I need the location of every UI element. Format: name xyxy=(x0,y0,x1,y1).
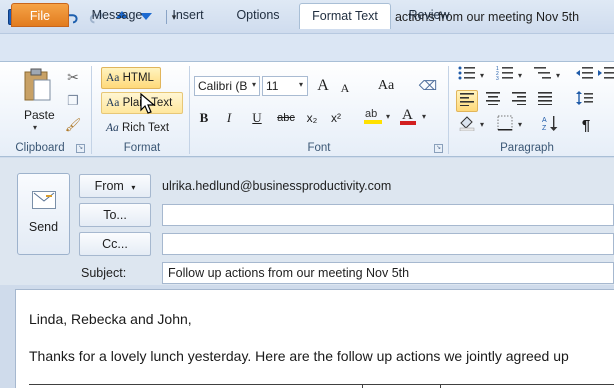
tab-insert[interactable]: Insert xyxy=(162,3,214,27)
show-formatting-marks-icon[interactable]: ¶ xyxy=(575,115,597,137)
align-right-icon[interactable] xyxy=(508,90,530,112)
table-column-divider xyxy=(362,384,363,388)
action-table[interactable] xyxy=(29,384,614,388)
to-button[interactable]: To... xyxy=(79,203,151,227)
svg-text:3: 3 xyxy=(496,76,499,80)
paste-dropdown-icon[interactable]: ▾ xyxy=(33,123,37,132)
shading-dropdown-icon[interactable]: ▾ xyxy=(480,120,484,129)
font-name-combo[interactable]: Calibri (B xyxy=(194,76,260,96)
tab-review[interactable]: Review xyxy=(400,3,458,27)
bullets-icon[interactable] xyxy=(456,65,478,87)
send-button[interactable]: Send xyxy=(17,173,70,255)
borders-icon[interactable] xyxy=(494,115,516,137)
decrease-indent-icon[interactable] xyxy=(574,65,596,87)
tab-message[interactable]: Message xyxy=(84,3,150,27)
align-left-icon[interactable] xyxy=(456,90,478,112)
svg-text:Z: Z xyxy=(542,125,547,131)
font-size-value: 11 xyxy=(266,79,279,93)
svg-text:A: A xyxy=(402,107,413,123)
svg-text:A: A xyxy=(542,117,547,124)
svg-text:ab: ab xyxy=(365,108,377,120)
numbering-icon[interactable]: 123 xyxy=(494,65,516,87)
html-aa-icon: Aa xyxy=(106,72,120,84)
font-color-icon[interactable]: A xyxy=(397,105,419,127)
html-format-button[interactable]: Aa HTML xyxy=(101,67,161,89)
multilevel-dropdown-icon[interactable]: ▾ xyxy=(556,71,560,80)
envelope-icon xyxy=(32,191,56,209)
align-center-icon[interactable] xyxy=(482,90,504,112)
subject-label: Subject: xyxy=(81,266,127,280)
from-label: From xyxy=(94,179,124,193)
italic-button[interactable]: I xyxy=(218,107,240,129)
to-field[interactable] xyxy=(162,204,614,226)
underline-button[interactable]: U xyxy=(246,107,268,129)
subject-field[interactable]: Follow up actions from our meeting Nov 5… xyxy=(162,262,614,284)
rich-text-label: Rich Text xyxy=(121,122,170,134)
shrink-font-icon[interactable]: A xyxy=(334,77,356,99)
clear-formatting-icon[interactable]: ⌫ xyxy=(417,75,439,97)
body-paragraph: Thanks for a lovely lunch yesterday. Her… xyxy=(29,348,569,364)
ribbon-tabs xyxy=(0,34,614,62)
tab-format-text[interactable]: Format Text xyxy=(299,3,391,29)
shading-icon[interactable] xyxy=(456,115,478,137)
multilevel-list-icon[interactable] xyxy=(532,65,554,87)
borders-dropdown-icon[interactable]: ▾ xyxy=(518,120,522,129)
mouse-pointer-icon xyxy=(140,92,156,115)
ribbon: Paste ▾ ✂ ❐ 🖌 Clipboard ↘ Aa HTML Aa Pla… xyxy=(0,61,614,157)
font-name-value: Calibri (B xyxy=(198,79,248,93)
bold-button[interactable]: B xyxy=(193,107,215,129)
paste-button[interactable]: Paste xyxy=(24,108,55,122)
table-column-divider xyxy=(440,384,441,388)
group-separator xyxy=(448,66,449,154)
from-button[interactable]: From ▾ xyxy=(79,174,151,198)
justify-icon[interactable] xyxy=(534,90,556,112)
superscript-button[interactable]: x² xyxy=(325,107,347,129)
font-group-label: Font xyxy=(307,142,331,154)
group-separator xyxy=(91,66,92,154)
tab-file[interactable]: File xyxy=(11,3,69,27)
font-launcher-icon[interactable]: ↘ xyxy=(434,144,443,153)
tab-options[interactable]: Options xyxy=(226,3,290,27)
cc-button[interactable]: Cc... xyxy=(79,232,151,256)
subscript-button[interactable]: x₂ xyxy=(301,107,323,129)
line-spacing-icon[interactable] xyxy=(574,90,596,112)
rich-text-format-button[interactable]: Aa Rich Text xyxy=(101,117,181,139)
font-size-dropdown-icon[interactable]: ▾ xyxy=(299,80,303,89)
font-color-dropdown-icon[interactable]: ▾ xyxy=(422,112,426,121)
bullets-dropdown-icon[interactable]: ▾ xyxy=(480,71,484,80)
html-label: HTML xyxy=(122,72,154,84)
paragraph-group-label: Paragraph xyxy=(500,142,554,154)
send-label: Send xyxy=(28,220,59,234)
change-case-icon[interactable]: Aa xyxy=(372,75,400,97)
grow-font-icon[interactable]: A xyxy=(312,75,334,97)
format-group-label: Format xyxy=(123,142,161,154)
numbering-dropdown-icon[interactable]: ▾ xyxy=(518,71,522,80)
copy-icon[interactable]: ❐ xyxy=(62,90,84,112)
paste-icon[interactable] xyxy=(22,68,54,104)
group-separator xyxy=(189,66,190,154)
message-body[interactable]: Linda, Rebecka and John, Thanks for a lo… xyxy=(15,289,614,388)
increase-indent-icon[interactable] xyxy=(596,65,614,87)
greeting-text: Linda, Rebecka and John, xyxy=(29,311,192,327)
cc-field[interactable] xyxy=(162,233,614,255)
sort-icon[interactable]: AZ xyxy=(540,115,562,137)
from-dropdown-icon: ▾ xyxy=(131,183,136,192)
clipboard-group-label: Clipboard xyxy=(15,142,65,154)
plain-aa-icon: Aa xyxy=(106,97,120,109)
cut-icon[interactable]: ✂ xyxy=(62,66,84,88)
clipboard-launcher-icon[interactable]: ↘ xyxy=(76,144,85,153)
rich-aa-icon: Aa xyxy=(106,122,119,134)
highlight-dropdown-icon[interactable]: ▾ xyxy=(386,112,390,121)
format-painter-icon[interactable]: 🖌 xyxy=(62,114,84,136)
strikethrough-button[interactable]: abc xyxy=(273,107,299,129)
font-name-dropdown-icon[interactable]: ▾ xyxy=(252,80,256,89)
highlight-icon[interactable]: ab xyxy=(362,105,384,127)
from-address: ulrika.hedlund@businessproductivity.com xyxy=(162,179,392,193)
